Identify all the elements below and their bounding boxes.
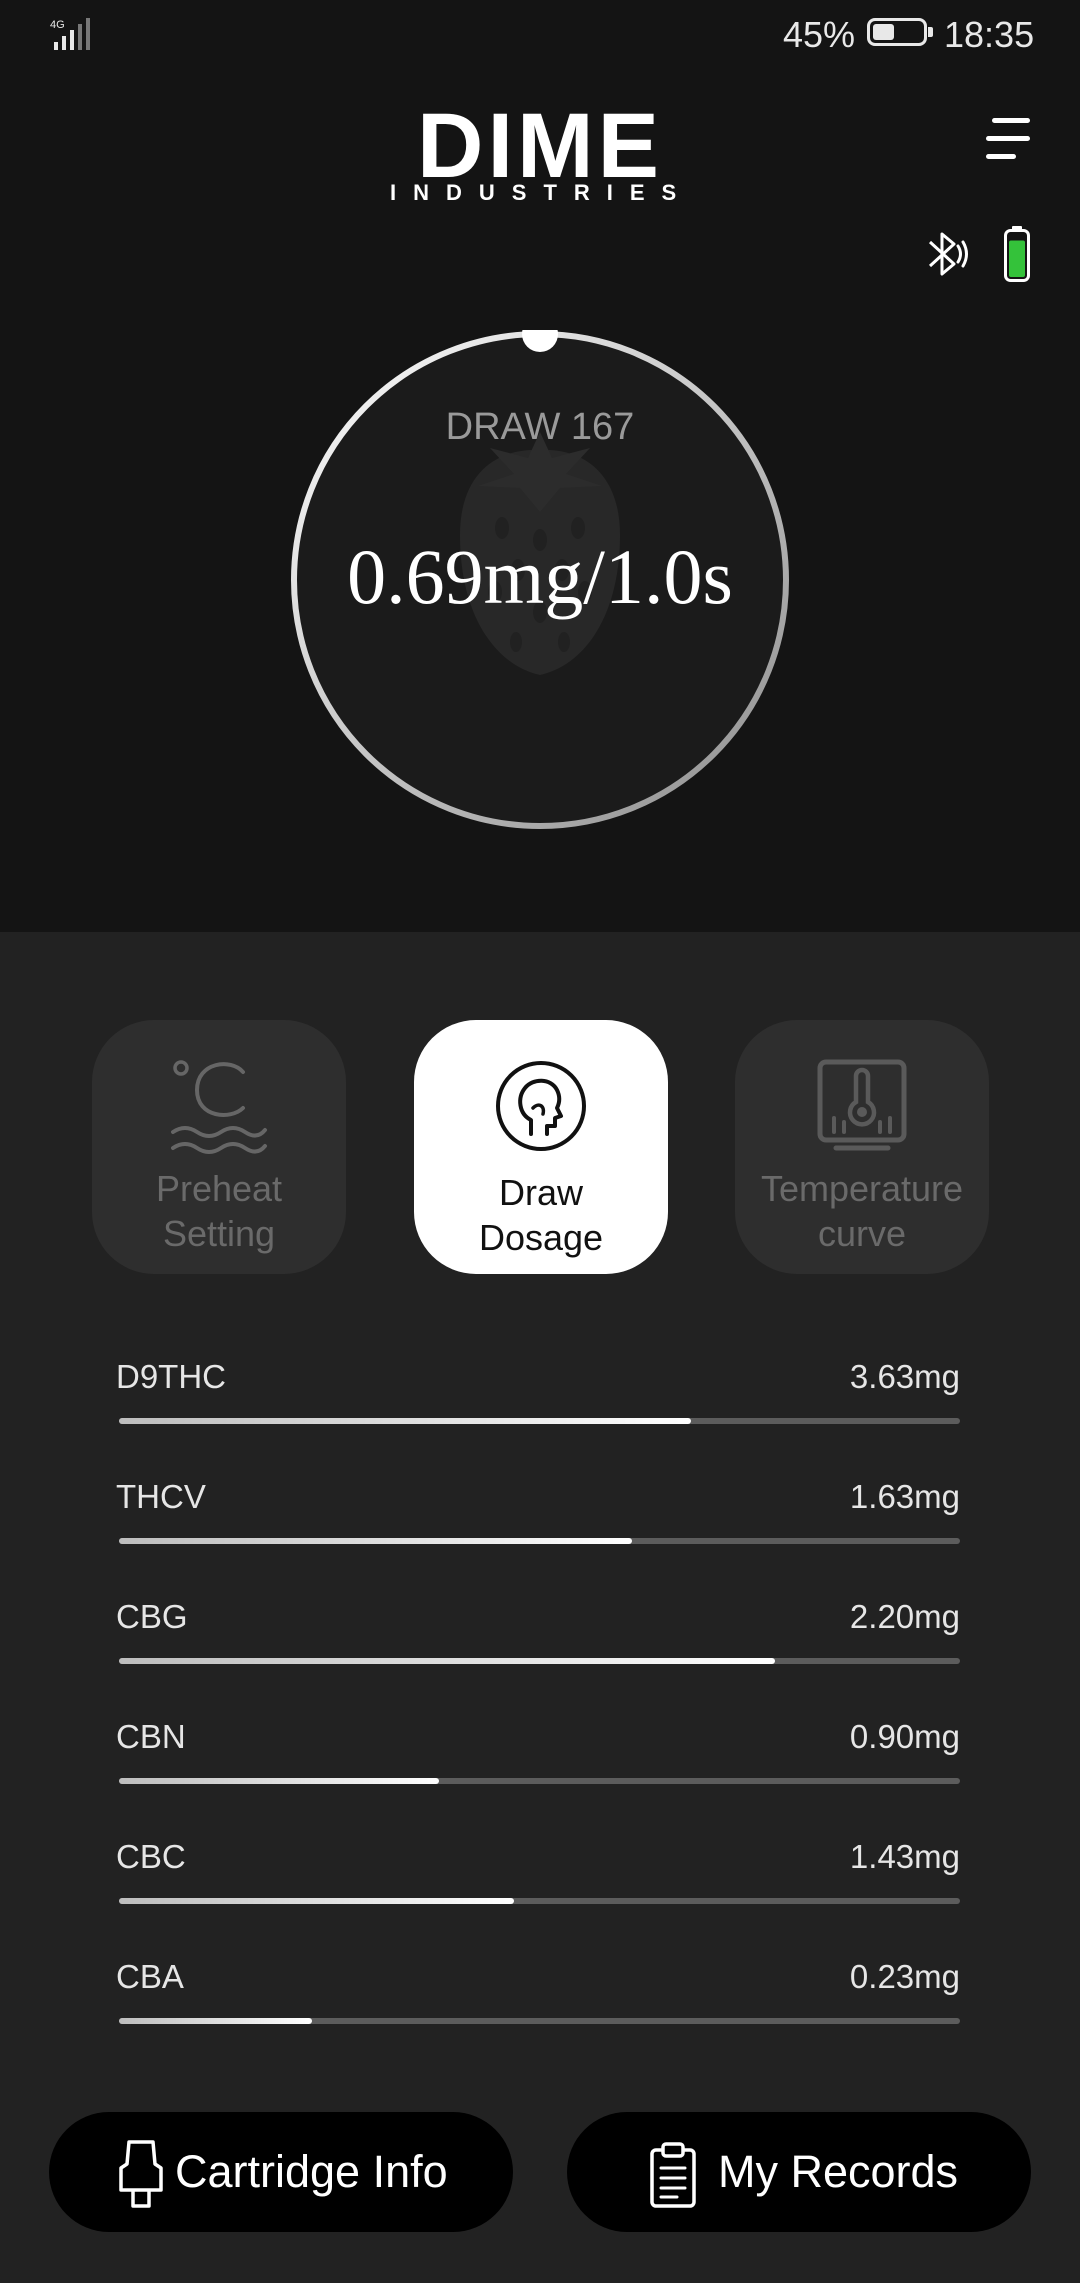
dose-value: 0.69mg/1.0s xyxy=(347,533,733,620)
temperature-curve-label: Temperature curve xyxy=(760,1168,964,1254)
cannabinoid-bar xyxy=(119,1538,960,1544)
my-records-label: My Records xyxy=(718,2146,959,2197)
cannabinoid-value: 0.23mg xyxy=(849,1958,960,1995)
cannabinoid-value: 0.90mg xyxy=(849,1718,960,1755)
cannabinoid-name: THCV xyxy=(116,1478,206,1515)
clipboard-icon xyxy=(650,2142,696,2208)
signal-icon: 4G xyxy=(50,18,90,50)
cartridge-icon xyxy=(119,2140,163,2208)
thermometer-icon xyxy=(817,1059,907,1151)
menu-icon[interactable] xyxy=(986,116,1030,162)
brand-logo-subtitle: INDUSTRIES xyxy=(390,180,694,205)
preheat-icon xyxy=(171,1060,267,1154)
cannabinoid-row: CBC 1.43mg xyxy=(116,1838,960,1918)
temperature-curve-tab[interactable]: Temperature curve xyxy=(735,1020,989,1274)
device-battery-icon xyxy=(1004,226,1030,282)
draw-count-label: DRAW 167 xyxy=(445,406,635,448)
cartridge-info-button[interactable]: Cartridge Info xyxy=(49,2112,513,2232)
brand-logo: DIME xyxy=(417,95,663,197)
cannabinoid-value: 1.43mg xyxy=(849,1838,960,1875)
cannabinoid-value: 2.20mg xyxy=(849,1598,960,1635)
cannabinoid-bar xyxy=(119,2018,960,2024)
cannabinoid-bar xyxy=(119,1898,960,1904)
cannabinoid-bar xyxy=(119,1418,960,1424)
cannabinoid-row: CBA 0.23mg xyxy=(116,1958,960,2038)
draw-dosage-tab[interactable]: Draw Dosage xyxy=(414,1020,668,1274)
cannabinoid-name: CBC xyxy=(116,1838,186,1875)
cannabinoid-name: D9THC xyxy=(116,1358,227,1395)
svg-text:4G: 4G xyxy=(50,19,65,31)
bluetooth-icon[interactable] xyxy=(924,228,970,280)
preheat-setting-tab[interactable]: Preheat Setting xyxy=(92,1020,346,1274)
preheat-setting-label: Preheat Setting xyxy=(155,1168,283,1254)
phone-battery-icon xyxy=(867,18,933,46)
cannabinoid-value: 1.63mg xyxy=(849,1478,960,1515)
phone-battery-percent: 45% xyxy=(783,14,856,55)
cannabinoid-bar xyxy=(119,1778,960,1784)
draw-dosage-label: Draw Dosage xyxy=(478,1172,604,1258)
status-time: 18:35 xyxy=(944,14,1035,55)
cannabinoid-row: CBG 2.20mg xyxy=(116,1598,960,1678)
cannabinoid-bar xyxy=(119,1658,960,1664)
cannabinoid-value: 3.63mg xyxy=(849,1358,960,1395)
cannabinoid-row: D9THC 3.63mg xyxy=(116,1358,960,1438)
my-records-button[interactable]: My Records xyxy=(567,2112,1031,2232)
cartridge-info-label: Cartridge Info xyxy=(175,2146,448,2197)
cannabinoid-name: CBG xyxy=(116,1598,188,1635)
cannabinoid-row: THCV 1.63mg xyxy=(116,1478,960,1558)
head-icon xyxy=(496,1061,586,1151)
cannabinoid-name: CBN xyxy=(116,1718,186,1755)
cannabinoid-row: CBN 0.90mg xyxy=(116,1718,960,1798)
cannabinoid-name: CBA xyxy=(116,1958,184,1995)
